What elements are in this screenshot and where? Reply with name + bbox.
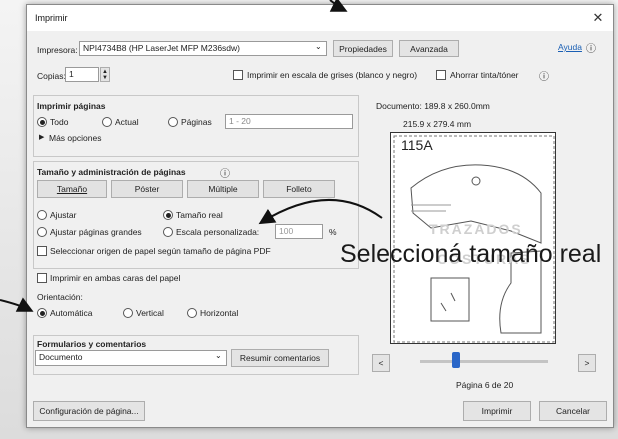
arrow-top bbox=[329, 0, 348, 12]
arrow-to-custom-scale bbox=[258, 199, 383, 225]
annotation-arrows bbox=[0, 0, 383, 312]
arrow-to-auto-orientation bbox=[0, 297, 34, 312]
